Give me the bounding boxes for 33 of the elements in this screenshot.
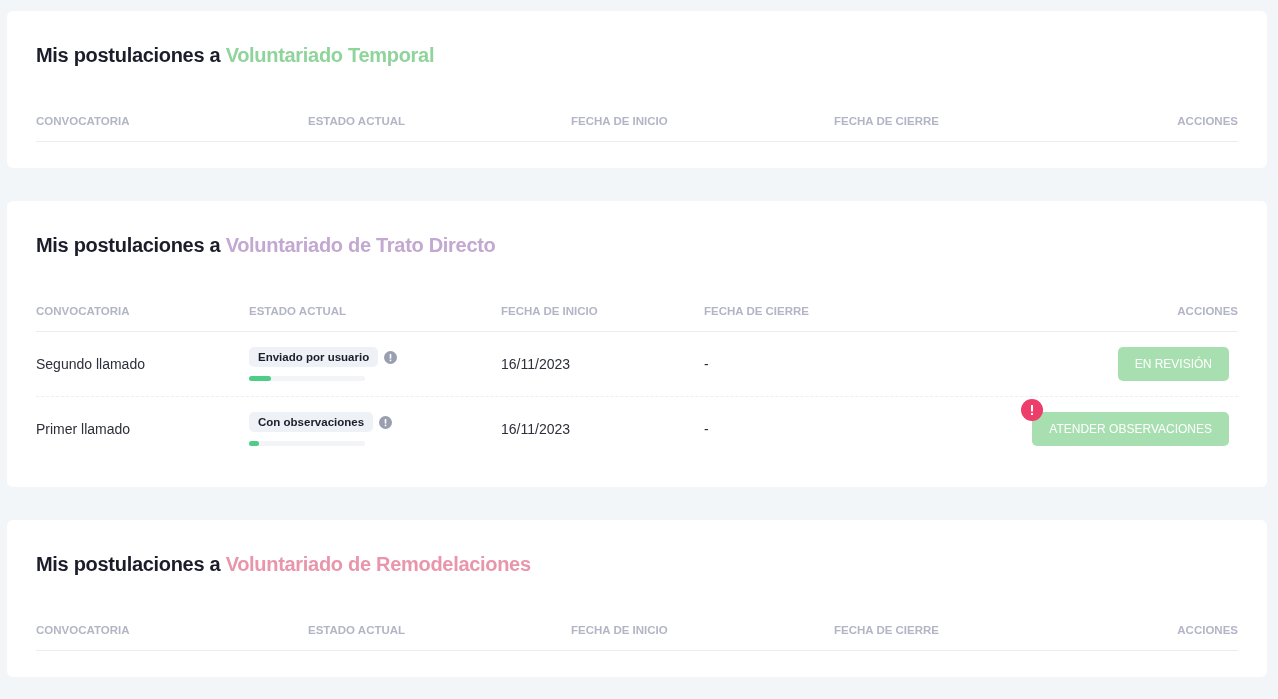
column-header: ESTADO ACTUAL: [308, 624, 407, 636]
table-cell-text: Primer llamado: [36, 421, 132, 437]
column-header: CONVOCATORIA: [36, 115, 131, 127]
table-cell-text: -: [704, 421, 710, 437]
column-header: ACCIONES: [1177, 305, 1238, 317]
column-header: CONVOCATORIA: [36, 305, 131, 317]
info-icon[interactable]: [384, 350, 398, 364]
column-header: ESTADO ACTUAL: [249, 305, 348, 317]
column-header: ACCIONES: [1177, 115, 1238, 127]
section-title-highlight: Voluntariado de Remodelaciones: [225, 553, 531, 575]
table-cell-text: 16/11/2023: [501, 356, 572, 372]
column-header: ESTADO ACTUAL: [308, 115, 407, 127]
column-header: FECHA DE INICIO: [571, 624, 669, 636]
info-icon[interactable]: [379, 415, 393, 429]
table-cell-text: -: [704, 356, 710, 372]
section-title: Mis postulaciones a: [36, 234, 221, 256]
column-header: CONVOCATORIA: [36, 624, 131, 636]
column-header: FECHA DE INICIO: [571, 115, 669, 127]
section-title: Mis postulaciones a: [36, 553, 221, 575]
section-title-highlight: Voluntariado Temporal: [225, 44, 435, 66]
column-header: FECHA DE CIERRE: [834, 115, 940, 127]
column-header: ACCIONES: [1177, 624, 1238, 636]
column-header: FECHA DE INICIO: [501, 305, 599, 317]
column-header: FECHA DE CIERRE: [834, 624, 940, 636]
status-badge: Enviado por usuario: [249, 347, 379, 367]
table-cell-text: 16/11/2023: [501, 421, 572, 437]
table-cell-text: Segundo llamado: [36, 356, 146, 372]
status-badge: Con observaciones: [249, 412, 374, 432]
action-button[interactable]: ATENDER OBSERVACIONES: [1032, 412, 1229, 446]
section-title: Mis postulaciones a: [36, 44, 221, 66]
column-header: FECHA DE CIERRE: [704, 305, 810, 317]
section-title-highlight: Voluntariado de Trato Directo: [225, 234, 496, 256]
action-button[interactable]: EN REVISIÓN: [1117, 347, 1229, 381]
